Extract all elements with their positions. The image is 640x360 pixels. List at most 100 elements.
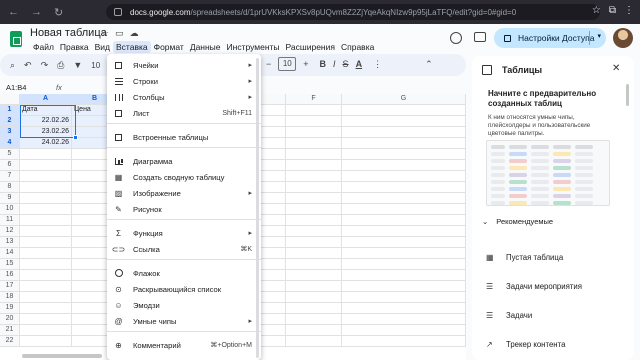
menu-scrollbar[interactable] (256, 58, 259, 358)
back-icon[interactable]: ← (8, 6, 19, 19)
grid-cell[interactable] (286, 303, 342, 314)
move-folder-icon[interactable]: ▭ (115, 28, 124, 39)
grid-cell[interactable] (342, 116, 466, 127)
collapse-toolbar-icon[interactable]: ⌃ (425, 59, 433, 70)
font-size-input[interactable]: 10 (278, 57, 297, 71)
document-title[interactable]: Новая таблица (30, 27, 107, 39)
grid-cell[interactable] (342, 336, 466, 347)
grid-cell[interactable] (286, 105, 342, 116)
grid-cell[interactable] (342, 171, 466, 182)
search-menus-icon[interactable]: ⌕ (10, 60, 15, 71)
menu-file[interactable]: Файл (30, 41, 57, 53)
menu-item-image[interactable]: ▨ Изображение ▸ (107, 186, 261, 200)
template-blank-table[interactable]: ▦ Пустая таблица (486, 250, 616, 264)
menu-tools[interactable]: Инструменты (224, 41, 283, 53)
menu-format[interactable]: Формат (151, 41, 187, 53)
grid-cell[interactable] (286, 270, 342, 281)
grid-cell[interactable] (342, 193, 466, 204)
row-header[interactable]: 3 (0, 127, 20, 138)
grid-cell[interactable] (286, 204, 342, 215)
comments-icon[interactable] (474, 32, 486, 42)
paint-format-icon[interactable]: ▼ (73, 60, 82, 70)
grid-cell[interactable] (20, 237, 72, 248)
grid-cell[interactable] (342, 325, 466, 336)
name-box[interactable]: A1:B4 (0, 83, 40, 92)
menu-item-function[interactable]: Σ Функция ▸ (107, 226, 261, 240)
more-options-icon[interactable]: ⋮ (373, 59, 382, 70)
grid-cell[interactable] (286, 292, 342, 303)
menu-item-sheet[interactable]: Лист Shift+F11 (107, 106, 261, 120)
fill-handle[interactable] (73, 135, 78, 140)
menu-item-drawing[interactable]: ✎ Рисунок (107, 202, 261, 216)
grid-cell[interactable] (342, 105, 466, 116)
grid-cell[interactable]: 24.02.26 (20, 138, 72, 149)
grid-cell[interactable] (342, 259, 466, 270)
grid-cell[interactable] (286, 325, 342, 336)
grid-cell[interactable] (20, 292, 72, 303)
grid-cell[interactable]: Дата (20, 105, 72, 116)
template-tasks[interactable]: ☰ Задачи (486, 308, 616, 322)
redo-icon[interactable]: ↷ (41, 60, 49, 71)
text-color-button[interactable]: A (356, 59, 363, 69)
menu-item-link[interactable]: ⊂⊃ Ссылка ⌘K (107, 242, 261, 256)
grid-cell[interactable] (286, 171, 342, 182)
grid-cell[interactable] (286, 193, 342, 204)
share-button[interactable]: Настройки Доступа ▾ (494, 28, 606, 48)
italic-button[interactable]: I (333, 59, 336, 69)
grid-cell[interactable] (286, 336, 342, 347)
menu-item-checkbox[interactable]: Флажок (107, 266, 261, 280)
grid-cell[interactable] (342, 226, 466, 237)
font-size-increase-icon[interactable]: + (303, 59, 308, 69)
grid-cell[interactable] (20, 204, 72, 215)
menu-edit[interactable]: Правка (57, 41, 92, 53)
row-header[interactable]: 19 (0, 303, 20, 314)
grid-cell[interactable] (286, 116, 342, 127)
menu-item-pivot[interactable]: ▦ Создать сводную таблицу (107, 170, 261, 184)
menu-extensions[interactable]: Расширения (283, 41, 338, 53)
row-header[interactable]: 21 (0, 325, 20, 336)
column-header-a[interactable]: A (20, 94, 72, 105)
recommended-section-header[interactable]: ⌄ Рекомендуемые (482, 217, 553, 226)
row-header[interactable]: 6 (0, 160, 20, 171)
row-header[interactable]: 4 (0, 138, 20, 149)
grid-cell[interactable] (342, 160, 466, 171)
share-dropdown-icon[interactable]: ▾ (597, 32, 601, 40)
grid-cell[interactable] (20, 149, 72, 160)
grid-cell[interactable] (20, 336, 72, 347)
undo-icon[interactable]: ↶ (24, 60, 32, 71)
grid-cell[interactable] (20, 314, 72, 325)
bookmark-star-icon[interactable]: ☆ (592, 5, 601, 16)
grid-cell[interactable] (286, 149, 342, 160)
grid-cell[interactable] (20, 248, 72, 259)
row-header[interactable]: 18 (0, 292, 20, 303)
menu-item-table[interactable]: Встроенные таблицы (107, 130, 261, 144)
reload-icon[interactable]: ↻ (54, 6, 63, 19)
grid-cell[interactable] (20, 182, 72, 193)
grid-cell[interactable] (286, 160, 342, 171)
grid-cell[interactable] (20, 171, 72, 182)
grid-cell[interactable] (342, 314, 466, 325)
cloud-status-icon[interactable]: ☁ (130, 28, 139, 39)
grid-cell[interactable] (286, 237, 342, 248)
grid-cell[interactable] (286, 138, 342, 149)
menu-data[interactable]: Данные (187, 41, 224, 53)
grid-cell[interactable] (20, 259, 72, 270)
grid-cell[interactable] (20, 270, 72, 281)
grid-cell[interactable] (342, 182, 466, 193)
row-header[interactable]: 2 (0, 116, 20, 127)
menu-insert[interactable]: Вставка (113, 41, 151, 53)
row-header[interactable]: 11 (0, 215, 20, 226)
font-size-decrease-icon[interactable]: − (266, 59, 271, 69)
grid-cell[interactable] (342, 138, 466, 149)
bold-button[interactable]: B (320, 59, 327, 69)
grid-cell[interactable] (286, 127, 342, 138)
row-header[interactable]: 12 (0, 226, 20, 237)
grid-cell[interactable] (286, 259, 342, 270)
grid-cell[interactable] (342, 215, 466, 226)
row-header[interactable]: 13 (0, 237, 20, 248)
grid-cell[interactable] (20, 325, 72, 336)
grid-cell[interactable] (342, 281, 466, 292)
row-header[interactable]: 9 (0, 193, 20, 204)
grid-cell[interactable] (20, 303, 72, 314)
row-header[interactable]: 1 (0, 105, 20, 116)
